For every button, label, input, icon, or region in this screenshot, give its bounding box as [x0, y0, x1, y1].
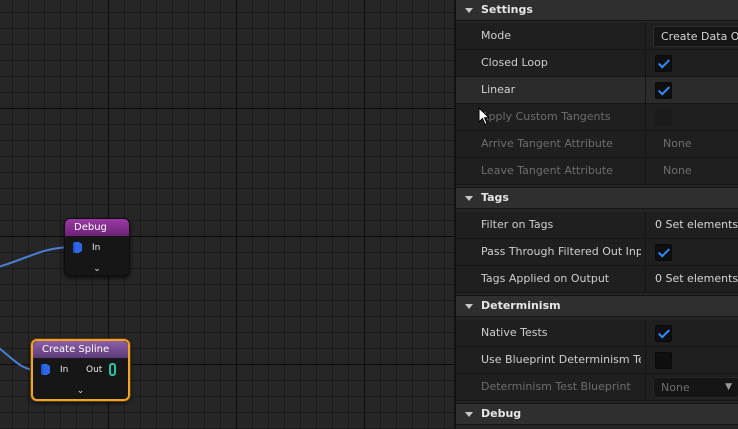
debug-expand-chevron-icon[interactable]: ⌄	[93, 264, 101, 274]
mode-row: Mode Create Data On	[456, 23, 738, 50]
debug-node[interactable]: Debug In ⌄	[64, 218, 130, 276]
settings-category-header[interactable]: Settings	[456, 0, 738, 21]
tags-applied-label: Tags Applied on Output	[481, 272, 610, 285]
apply-custom-tangents-checkbox	[655, 109, 672, 126]
chevron-down-icon: ▼	[725, 382, 732, 392]
column-divider[interactable]	[645, 320, 646, 347]
leave-tangent-row: Leave Tangent Attribute None	[456, 158, 738, 185]
column-divider[interactable]	[645, 158, 646, 185]
settings-category-title: Settings	[481, 3, 533, 16]
arrive-tangent-value: None	[663, 137, 692, 150]
wire-to-debug[interactable]	[0, 246, 72, 268]
column-divider[interactable]	[645, 239, 646, 266]
create-spline-out-pin-icon[interactable]	[109, 363, 116, 376]
filter-on-tags-value[interactable]: 0 Set elements	[655, 212, 738, 238]
column-divider[interactable]	[645, 347, 646, 374]
linear-label: Linear	[481, 83, 516, 96]
apply-custom-tangents-row: Apply Custom Tangents	[456, 104, 738, 131]
create-spline-out-label: Out	[86, 365, 103, 375]
test-blueprint-dropdown: None ▼	[653, 377, 738, 398]
filter-on-tags-label: Filter on Tags	[481, 218, 554, 231]
determinism-category-title: Determinism	[481, 299, 561, 312]
tags-applied-value[interactable]: 0 Set elements	[655, 266, 738, 292]
leave-tangent-label: Leave Tangent Attribute	[481, 164, 613, 177]
use-blueprint-test-label: Use Blueprint Determinism Test	[481, 353, 641, 366]
arrive-tangent-label: Arrive Tangent Attribute	[481, 137, 613, 150]
create-spline-node-title: Create Spline	[33, 341, 128, 358]
graph-canvas[interactable]: Debug In ⌄ Create Spline In Out ⌄	[0, 0, 454, 429]
filter-on-tags-row: Filter on Tags 0 Set elements	[456, 212, 738, 239]
column-divider[interactable]	[645, 374, 646, 401]
create-spline-in-pin-icon[interactable]	[41, 364, 50, 375]
column-divider[interactable]	[645, 104, 646, 131]
column-divider[interactable]	[645, 50, 646, 77]
native-tests-label: Native Tests	[481, 326, 548, 339]
debug-node-title: Debug	[65, 219, 129, 236]
native-tests-row: Native Tests	[456, 320, 738, 347]
native-tests-checkbox[interactable]	[655, 325, 672, 342]
debug-in-label: In	[92, 243, 101, 253]
arrive-tangent-row: Arrive Tangent Attribute None	[456, 131, 738, 158]
create-spline-in-label: In	[60, 365, 69, 375]
column-divider[interactable]	[645, 266, 646, 293]
collapse-arrow-icon	[465, 412, 473, 417]
mode-dropdown[interactable]: Create Data On	[653, 26, 738, 47]
apply-custom-tangents-label: Apply Custom Tangents	[481, 110, 611, 123]
debug-in-pin-icon[interactable]	[73, 242, 82, 253]
test-blueprint-row: Determinism Test Blueprint None ▼	[456, 374, 738, 401]
use-blueprint-test-checkbox[interactable]	[655, 352, 672, 369]
column-divider[interactable]	[645, 77, 646, 104]
pass-through-label: Pass Through Filtered Out Inp...	[481, 245, 641, 258]
details-panel: Settings Mode Create Data On Closed Loop…	[454, 0, 738, 429]
test-blueprint-dropdown-value: None	[661, 381, 690, 394]
linear-row: Linear	[456, 77, 738, 104]
closed-loop-row: Closed Loop	[456, 50, 738, 77]
pass-through-row: Pass Through Filtered Out Inp...	[456, 239, 738, 266]
linear-checkbox[interactable]	[655, 82, 672, 99]
leave-tangent-value: None	[663, 164, 692, 177]
collapse-arrow-icon	[465, 8, 473, 13]
collapse-arrow-icon	[465, 196, 473, 201]
debug-category-title: Debug	[481, 407, 522, 420]
column-divider[interactable]	[645, 212, 646, 239]
collapse-arrow-icon	[465, 304, 473, 309]
tags-category-title: Tags	[481, 191, 509, 204]
mode-dropdown-value: Create Data On	[661, 30, 738, 43]
use-blueprint-test-row: Use Blueprint Determinism Test	[456, 347, 738, 374]
create-spline-node-body: In Out ⌄	[33, 358, 128, 398]
create-spline-expand-chevron-icon[interactable]: ⌄	[77, 386, 85, 396]
mouse-cursor-icon	[478, 107, 490, 126]
closed-loop-checkbox[interactable]	[655, 55, 672, 72]
test-blueprint-label: Determinism Test Blueprint	[481, 380, 631, 393]
column-divider[interactable]	[645, 23, 646, 50]
closed-loop-label: Closed Loop	[481, 56, 548, 69]
tags-applied-row: Tags Applied on Output 0 Set elements	[456, 266, 738, 293]
mode-label: Mode	[481, 29, 511, 42]
create-spline-node[interactable]: Create Spline In Out ⌄	[31, 339, 130, 401]
tags-category-header[interactable]: Tags	[456, 187, 738, 209]
pass-through-checkbox[interactable]	[655, 244, 672, 261]
debug-node-body: In ⌄	[65, 236, 129, 276]
determinism-category-header[interactable]: Determinism	[456, 295, 738, 317]
debug-category-header[interactable]: Debug	[456, 403, 738, 425]
column-divider[interactable]	[645, 131, 646, 158]
